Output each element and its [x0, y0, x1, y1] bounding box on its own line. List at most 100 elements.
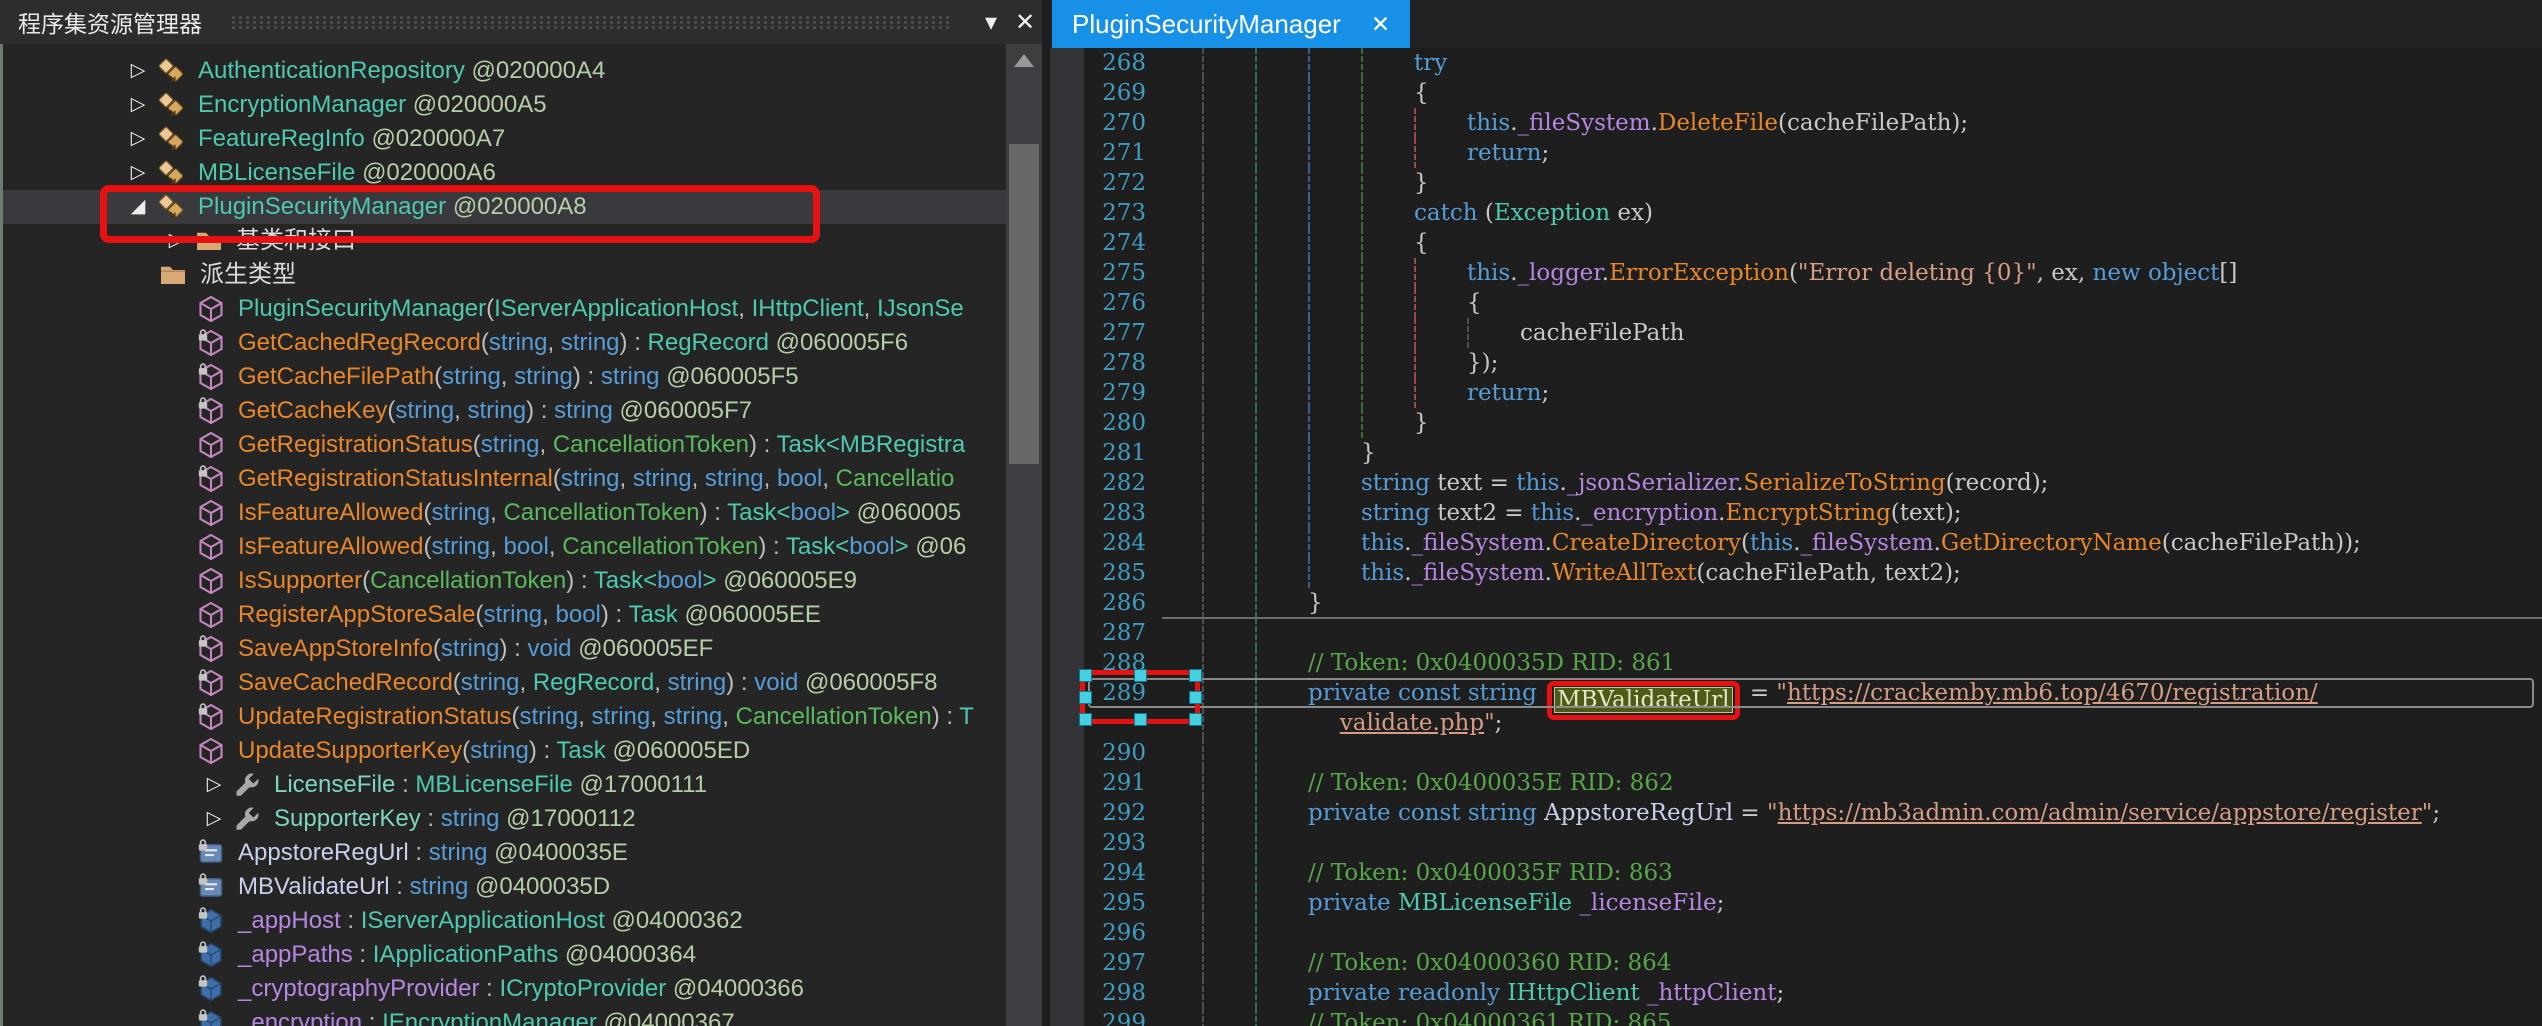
- tab-close-icon[interactable]: ✕: [1371, 11, 1390, 38]
- panel-dropdown-icon[interactable]: ▾: [974, 8, 1008, 37]
- tree-item-label: PluginSecurityManager(IServerApplication…: [238, 292, 964, 326]
- indent-guide: [1255, 138, 1257, 168]
- indent-guide: [1255, 978, 1257, 1008]
- tree-item[interactable]: ▷FeatureRegInfo @020000A7: [0, 122, 1042, 156]
- tree-item[interactable]: IsFeatureAllowed(string, CancellationTok…: [0, 496, 1042, 530]
- tree-item-label: GetCachedRegRecord(string, string) : Reg…: [238, 326, 908, 360]
- method-icon: [196, 294, 230, 324]
- line-number: 278: [1050, 348, 1146, 378]
- code-line: 271return;: [1050, 138, 2542, 168]
- scrollbar-thumb[interactable]: [1009, 144, 1039, 464]
- tree-item[interactable]: SaveAppStoreInfo(string) : void @060005E…: [0, 632, 1042, 666]
- tree-item[interactable]: SaveCachedRecord(string, RegRecord, stri…: [0, 666, 1042, 700]
- indent-guide: [1467, 318, 1469, 348]
- indent-guide: [1255, 288, 1257, 318]
- indent-guide: [1255, 108, 1257, 138]
- code-line: 295private MBLicenseFile _licenseFile;: [1050, 888, 2542, 918]
- tree-item[interactable]: ▷ EncryptionManager @020000A5: [0, 88, 1042, 122]
- indent-guide: [1361, 198, 1363, 228]
- tree-item[interactable]: GetRegistrationStatus(string, Cancellati…: [0, 428, 1042, 462]
- line-number: 295: [1050, 888, 1146, 918]
- method-icon: [196, 736, 226, 766]
- tree-item[interactable]: RegisterAppStoreSale(string, bool) : Tas…: [0, 598, 1042, 632]
- line-number: 294: [1050, 858, 1146, 888]
- chevron-collapsed-icon[interactable]: ▷: [120, 122, 156, 156]
- scrollbar-up-arrow-icon[interactable]: [1014, 54, 1034, 67]
- tree-item[interactable]: AppstoreRegUrl : string @0400035E: [0, 836, 1042, 870]
- code-line: 275this._logger.ErrorException("Error de…: [1050, 258, 2542, 288]
- tree-item[interactable]: _appHost : IServerApplicationHost @04000…: [0, 904, 1042, 938]
- tree-item[interactable]: ▷ 基类和接口: [0, 224, 1042, 258]
- code-line: 268try: [1050, 48, 2542, 78]
- indent-guide: [1308, 108, 1310, 138]
- tree-item[interactable]: PluginSecurityManager(IServerApplication…: [0, 292, 1042, 326]
- tree-item[interactable]: _encryption : IEncryptionManager @040003…: [0, 1006, 1042, 1026]
- indent-guide: [1308, 528, 1310, 558]
- tree-item[interactable]: IsSupporter(CancellationToken) : Task<bo…: [0, 564, 1042, 598]
- prop-icon: [232, 804, 266, 834]
- indent-guide: [1361, 258, 1363, 288]
- tab-pluginsecuritymanager[interactable]: PluginSecurityManager ✕: [1052, 0, 1410, 48]
- tree-item[interactable]: ▷MBLicenseFile @020000A6: [0, 156, 1042, 190]
- indent-guide: [1202, 228, 1204, 258]
- drag-handle-dots[interactable]: [230, 15, 952, 29]
- line-number: 283: [1050, 498, 1146, 528]
- tree-item[interactable]: IsFeatureAllowed(string, bool, Cancellat…: [0, 530, 1042, 564]
- tree-item[interactable]: GetCacheKey(string, string) : string @06…: [0, 394, 1042, 428]
- tree-item[interactable]: MBValidateUrl : string @0400035D: [0, 870, 1042, 904]
- chevron-collapsed-icon[interactable]: ▷: [158, 224, 194, 258]
- line-number: 292: [1050, 798, 1146, 828]
- line-number: 270: [1050, 108, 1146, 138]
- chevron-expanded-icon[interactable]: ◢: [120, 190, 156, 224]
- tree-item[interactable]: 派生类型: [0, 258, 1042, 292]
- tree-item[interactable]: ▷SupporterKey : string @17000112: [0, 802, 1042, 836]
- indent-guide: [1308, 258, 1310, 288]
- tree-item[interactable]: _cryptographyProvider : ICryptoProvider …: [0, 972, 1042, 1006]
- tree-item-label: MBValidateUrl : string @0400035D: [238, 870, 610, 904]
- chevron-collapsed-icon[interactable]: ▷: [120, 88, 156, 122]
- indent-guide: [1255, 1008, 1257, 1026]
- indent-guide: [1255, 258, 1257, 288]
- line-number: 276: [1050, 288, 1146, 318]
- tree-item-label: EncryptionManager @020000A5: [198, 88, 547, 122]
- tree-item[interactable]: GetCachedRegRecord(string, string) : Reg…: [0, 326, 1042, 360]
- chevron-collapsed-icon[interactable]: ▷: [120, 156, 156, 190]
- panel-close-icon[interactable]: ✕: [1008, 8, 1042, 37]
- indent-guide: [1255, 678, 1257, 708]
- line-number: 288: [1050, 648, 1146, 678]
- indent-guide: [1255, 378, 1257, 408]
- prop-icon: [232, 770, 266, 800]
- tree-item[interactable]: ▷LicenseFile : MBLicenseFile @17000111: [0, 768, 1042, 802]
- code-line: 280}: [1050, 408, 2542, 438]
- class-icon: [156, 158, 190, 188]
- assembly-tree[interactable]: ▷AuthenticationRepository @020000A4▷Encr…: [0, 44, 1042, 1026]
- tree-item[interactable]: GetCacheFilePath(string, string) : strin…: [0, 360, 1042, 394]
- line-number: 290: [1050, 738, 1146, 768]
- method-icon: [196, 634, 230, 664]
- indent-guide: [1308, 228, 1310, 258]
- method-icon: [196, 498, 226, 528]
- tree-item[interactable]: _appPaths : IApplicationPaths @04000364: [0, 938, 1042, 972]
- code-editor[interactable]: 268try269{270this._fileSystem.DeleteFile…: [1050, 48, 2542, 1026]
- indent-guide: [1255, 498, 1257, 528]
- indent-guide: [1202, 468, 1204, 498]
- tree-item[interactable]: ▷AuthenticationRepository @020000A4: [0, 54, 1042, 88]
- tree-item-label: 基类和接口: [236, 224, 356, 258]
- indent-guide: [1202, 738, 1204, 768]
- tree-item[interactable]: GetRegistrationStatusInternal(string, st…: [0, 462, 1042, 496]
- lock-icon: [196, 396, 210, 410]
- code-line: 282string text = this._jsonSerializer.Se…: [1050, 468, 2542, 498]
- tree-item[interactable]: ◢PluginSecurityManager @020000A8: [0, 190, 1042, 224]
- chevron-collapsed-icon[interactable]: ▷: [196, 768, 232, 802]
- tree-scrollbar[interactable]: [1006, 44, 1042, 1026]
- chevron-collapsed-icon[interactable]: ▷: [196, 802, 232, 836]
- code-line: 287: [1050, 618, 2542, 648]
- indent-guide: [1255, 318, 1257, 348]
- field-icon: [196, 1008, 230, 1026]
- chevron-collapsed-icon[interactable]: ▷: [120, 54, 156, 88]
- indent-guide: [1255, 558, 1257, 588]
- tree-item[interactable]: UpdateRegistrationStatus(string, string,…: [0, 700, 1042, 734]
- tree-item[interactable]: UpdateSupporterKey(string) : Task @06000…: [0, 734, 1042, 768]
- line-number: 296: [1050, 918, 1146, 948]
- indent-guide: [1414, 288, 1416, 318]
